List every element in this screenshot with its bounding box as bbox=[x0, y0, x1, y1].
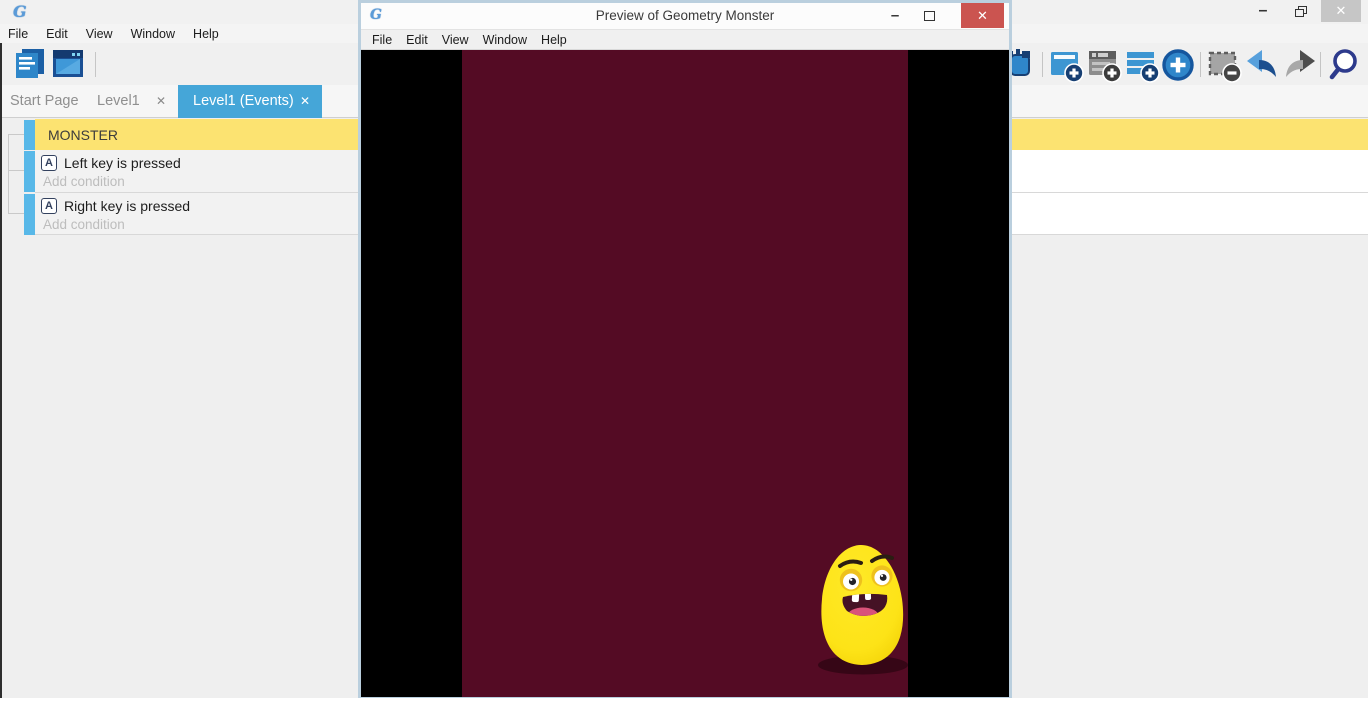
condition-text[interactable]: Left key is pressed bbox=[64, 155, 181, 171]
menu-help[interactable]: Help bbox=[193, 27, 219, 41]
keyboard-key-icon: A bbox=[41, 198, 57, 214]
add-comment-icon[interactable] bbox=[1124, 47, 1160, 83]
monster-character bbox=[812, 541, 912, 679]
event-tree-line bbox=[8, 213, 25, 214]
preview-menu-view[interactable]: View bbox=[442, 33, 469, 47]
preview-maximize-button[interactable] bbox=[915, 3, 943, 28]
toolbar-separator bbox=[95, 52, 96, 77]
preview-close-button[interactable]: ✕ bbox=[961, 3, 1004, 28]
toolbar-separator bbox=[1042, 52, 1043, 77]
add-sub-event-icon[interactable] bbox=[1086, 47, 1122, 83]
bottom-edge-strip bbox=[0, 698, 1368, 705]
restore-icon bbox=[1295, 6, 1307, 17]
scene-editor-icon[interactable] bbox=[50, 46, 86, 82]
tab-level1-events-label: Level1 (Events) bbox=[193, 85, 294, 118]
maximize-icon bbox=[924, 11, 935, 21]
keyboard-key-icon: A bbox=[41, 155, 57, 171]
preview-menu-help[interactable]: Help bbox=[541, 33, 567, 47]
tab-level1[interactable]: Level1 bbox=[97, 85, 140, 118]
project-manager-icon[interactable] bbox=[12, 46, 48, 82]
preview-window: G Preview of Geometry Monster – ✕ File E… bbox=[358, 0, 1012, 700]
event-tree-line bbox=[8, 134, 25, 135]
preview-menu-window[interactable]: Window bbox=[483, 33, 527, 47]
gdevelop-app: G – ✕ File Edit View Window Help bbox=[0, 0, 1368, 705]
undo-icon[interactable] bbox=[1244, 47, 1280, 83]
close-button[interactable]: ✕ bbox=[1321, 0, 1361, 22]
event-drag-handle[interactable] bbox=[24, 120, 35, 150]
menu-window[interactable]: Window bbox=[131, 27, 175, 41]
tab-start-page[interactable]: Start Page bbox=[10, 85, 79, 118]
add-more-icon[interactable] bbox=[1160, 47, 1196, 83]
preview-minimize-button[interactable]: – bbox=[881, 3, 909, 28]
preview-menubar: File Edit View Window Help bbox=[361, 29, 1009, 50]
tab-level1-events[interactable]: Level1 (Events) ✕ bbox=[178, 85, 322, 118]
tab-level1-events-close-icon[interactable]: ✕ bbox=[300, 85, 310, 118]
preview-menu-file[interactable]: File bbox=[372, 33, 392, 47]
menu-file[interactable]: File bbox=[8, 27, 28, 41]
toolbar-separator bbox=[1200, 52, 1201, 77]
redo-icon[interactable] bbox=[1282, 47, 1318, 83]
game-canvas[interactable] bbox=[361, 50, 1009, 697]
menu-edit[interactable]: Edit bbox=[46, 27, 68, 41]
event-tree-line bbox=[8, 134, 9, 214]
preview-menu-edit[interactable]: Edit bbox=[406, 33, 428, 47]
restore-button[interactable] bbox=[1286, 0, 1316, 22]
event-tree-line bbox=[8, 170, 25, 171]
events-panel-left-edge bbox=[0, 43, 2, 699]
event-group-label: MONSTER bbox=[48, 127, 118, 143]
preview-titlebar[interactable]: G Preview of Geometry Monster – ✕ bbox=[361, 3, 1009, 29]
condition-text[interactable]: Right key is pressed bbox=[64, 198, 190, 214]
preview-window-title: Preview of Geometry Monster bbox=[361, 3, 1009, 29]
menu-view[interactable]: View bbox=[86, 27, 113, 41]
tab-level1-close-icon[interactable]: ✕ bbox=[156, 85, 166, 118]
delete-event-icon[interactable] bbox=[1206, 47, 1242, 83]
toolbar-separator bbox=[1320, 52, 1321, 77]
event-drag-handle[interactable] bbox=[24, 194, 35, 235]
add-event-icon[interactable] bbox=[1048, 47, 1084, 83]
event-drag-handle[interactable] bbox=[24, 151, 35, 192]
minimize-button[interactable]: – bbox=[1248, 0, 1278, 22]
gdevelop-logo-icon: G bbox=[13, 2, 33, 22]
search-icon[interactable] bbox=[1327, 47, 1363, 83]
